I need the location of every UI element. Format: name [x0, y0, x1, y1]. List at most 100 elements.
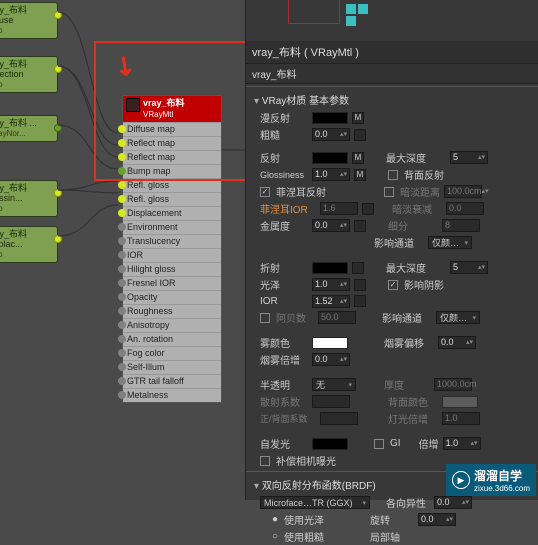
label-abbe: 阿贝数 [276, 310, 314, 325]
checkbox-dimdist[interactable] [384, 187, 394, 197]
spinner-dimdist[interactable]: 100.0cm▴▾ [444, 185, 482, 198]
label-glossiness: Glossiness [260, 170, 308, 180]
panel-title: vray_布料 ( VRayMtl ) [246, 41, 538, 64]
slot-opacity[interactable]: Opacity [123, 290, 221, 304]
select-affect-channel[interactable]: 仅颜… [428, 236, 472, 249]
map-gloss2-button[interactable] [354, 279, 366, 291]
label-rot: 旋转 [370, 512, 414, 527]
label-thickness: 厚度 [384, 377, 430, 392]
select-translucent[interactable]: 无 [312, 378, 356, 391]
map-ior-button[interactable] [354, 295, 366, 307]
select-brdf-type[interactable]: Microface…TR (GGX) [260, 496, 370, 509]
label-fog: 雾颜色 [260, 335, 308, 350]
slot-fog-color[interactable]: Fog color [123, 346, 221, 360]
slot-environment[interactable]: Environment [123, 220, 221, 234]
swatch-backcolor [442, 396, 478, 408]
swatch-selfillum[interactable] [312, 438, 348, 450]
spinner-subdiv: 8 [442, 219, 480, 232]
slot-self-illum[interactable]: Self-Illum [123, 360, 221, 374]
label-aniso: 各向异性 [386, 495, 430, 510]
swatch-diffuse[interactable] [312, 112, 348, 124]
spinner-reflect-maxdepth[interactable]: 5▴▾ [450, 151, 488, 164]
checkbox-backref[interactable] [388, 170, 398, 180]
spinner-fb [320, 412, 358, 425]
slot-gtr-tail-falloff[interactable]: GTR tail falloff [123, 374, 221, 388]
label-refract-channel: 影响通道 [382, 310, 432, 325]
spinner-refract-maxdepth[interactable]: 5▴▾ [450, 261, 488, 274]
label-backref: 背面反射 [404, 167, 444, 182]
node-diffuse-map[interactable]: vray_布料 diffusemap [0, 2, 58, 39]
play-icon: ▶ [452, 471, 470, 489]
swatch-reflect[interactable] [312, 152, 348, 164]
node-displace-map[interactable]: vray_布料 displac...map [0, 226, 58, 263]
slot-roughness[interactable]: Roughness [123, 304, 221, 318]
checkbox-fresnel[interactable] [260, 187, 270, 197]
slot-hilight-gloss[interactable]: Hilight gloss [123, 262, 221, 276]
checkbox-gi[interactable] [374, 439, 384, 449]
label-fb: 正/背面系数 [260, 412, 316, 425]
spinner-glossiness[interactable]: 1.0▴▾ [312, 168, 350, 181]
slot-refl-gloss2[interactable]: Refl. gloss [123, 192, 221, 206]
spinner-aniso[interactable]: 0.0▴▾ [434, 496, 472, 509]
label-use-gloss[interactable]: 使用光泽 [284, 512, 324, 527]
map-reflect-button[interactable]: M [352, 152, 364, 164]
label-backcolor: 背面颜色 [388, 394, 438, 409]
spinner-selfmul[interactable]: 1.0▴▾ [443, 437, 481, 450]
label-selfmul: 倍增 [419, 436, 439, 451]
checkbox-affect-shadow[interactable] [388, 280, 398, 290]
select-refract-channel[interactable]: 仅颜… [436, 311, 480, 324]
spinner-gloss2[interactable]: 1.0▴▾ [312, 278, 350, 291]
label-fresnel-ior: 菲涅耳IOR [260, 201, 316, 216]
label-translucent: 半透明 [260, 377, 308, 392]
map-metalness-button[interactable] [354, 220, 366, 232]
node-normal[interactable]: vray_布料 ...VRayNor... [0, 115, 58, 142]
label-reflect: 反射 [260, 150, 308, 165]
spinner-roughness[interactable]: 0.0▴▾ [312, 128, 350, 141]
slot-displacement[interactable]: Displacement [123, 206, 221, 220]
label-metalness: 金属度 [260, 218, 308, 233]
material-node-header[interactable]: vray_布料 VRayMtl [123, 96, 221, 122]
swatch-fog[interactable] [312, 337, 348, 349]
slot-refl-gloss[interactable]: Refl. gloss [123, 178, 221, 192]
label-fresnel: 菲涅耳反射 [276, 184, 332, 199]
slot-anisotropy[interactable]: Anisotropy [123, 318, 221, 332]
material-name: vray_布料 [143, 98, 185, 108]
label-maxdepth: 最大深度 [386, 150, 446, 165]
spinner-fogmul[interactable]: 0.0▴▾ [312, 353, 350, 366]
node-graph[interactable]: vray_布料 diffusemap vray_布料 reflectionmap… [0, 0, 245, 500]
slot-bump-map[interactable]: Bump map [123, 164, 221, 178]
map-roughness-button[interactable] [354, 129, 366, 141]
spinner-dimfall[interactable]: 0.0 [446, 202, 484, 215]
label-fogbias: 烟雾偏移 [384, 335, 434, 350]
spinner-metalness[interactable]: 0.0▴▾ [312, 219, 350, 232]
slot-fresnel-ior[interactable]: Fresnel IOR [123, 276, 221, 290]
label-use-rough[interactable]: 使用粗糙 [284, 529, 324, 544]
material-node-vraymtl[interactable]: vray_布料 VRayMtl Diffuse map Reflect map … [122, 95, 222, 403]
watermark: ▶ 溜溜自学 zixue.3d66.com [446, 464, 536, 496]
label-refract: 折射 [260, 260, 308, 275]
label-dimdist: 暗淡距离 [400, 184, 440, 199]
map-glossiness-button[interactable]: M [354, 169, 366, 181]
spinner-rot[interactable]: 0.0▴▾ [418, 513, 456, 526]
checkbox-abbe[interactable] [260, 313, 270, 323]
section-basic-params[interactable]: VRay材质 基本参数 [246, 90, 538, 109]
node-reflection-map[interactable]: vray_布料 reflectionmap [0, 56, 58, 93]
slot-metalness[interactable]: Metalness [123, 388, 221, 402]
swatch-refract[interactable] [312, 262, 348, 274]
map-diffuse-button[interactable]: M [352, 112, 364, 124]
map-refract-button[interactable] [352, 262, 364, 274]
slot-reflect-map2[interactable]: Reflect map [123, 150, 221, 164]
slot-translucency[interactable]: Translucency [123, 234, 221, 248]
spinner-scatter [312, 395, 350, 408]
map-fior-button[interactable] [362, 203, 374, 215]
spinner-fogbias[interactable]: 0.0▴▾ [438, 336, 476, 349]
slot-diffuse-map[interactable]: Diffuse map [123, 122, 221, 136]
slot-an-rotation[interactable]: An. rotation [123, 332, 221, 346]
slot-reflect-map[interactable]: Reflect map [123, 136, 221, 150]
spinner-ior[interactable]: 1.52▴▾ [312, 295, 350, 308]
panel-subtitle[interactable]: vray_布料 [246, 64, 538, 84]
slot-ior[interactable]: IOR [123, 248, 221, 262]
label-roughness: 粗糙 [260, 127, 308, 142]
node-glossiness-map[interactable]: vray_布料 glossin...map [0, 180, 58, 217]
checkbox-compensate[interactable] [260, 456, 270, 466]
